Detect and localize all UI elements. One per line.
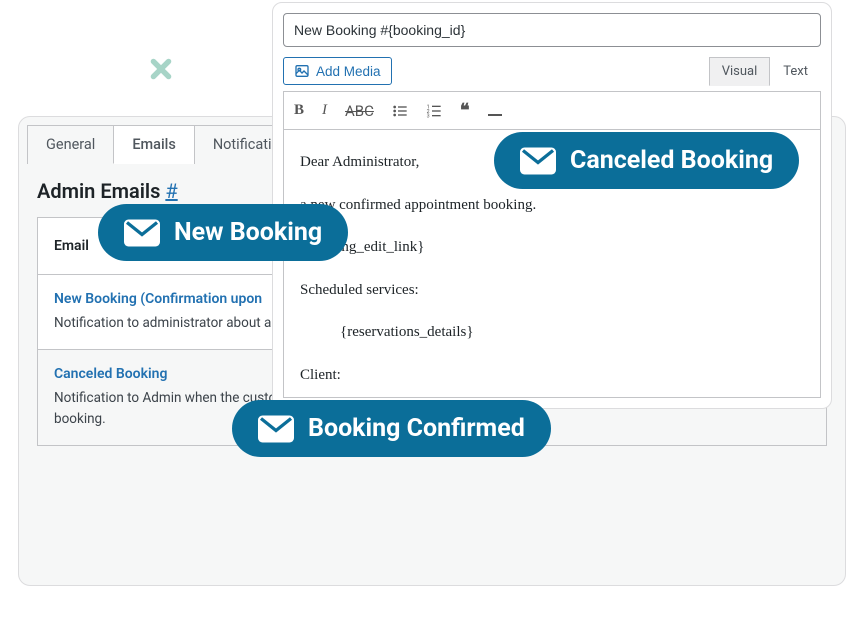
editor-paragraph: {reservations_details} (300, 318, 804, 347)
section-anchor-link[interactable]: # (165, 179, 177, 203)
mail-icon (258, 415, 294, 443)
blockquote-button[interactable]: ❝ (460, 100, 470, 121)
editor-mode-tabs: Visual Text (709, 57, 821, 86)
canceled-booking-pill: Canceled Booking (494, 132, 799, 189)
editor-tab-visual[interactable]: Visual (709, 57, 771, 86)
editor-paragraph: {booking_edit_link} (300, 233, 804, 262)
page-title: Admin Emails # (37, 179, 178, 203)
bullet-list-button[interactable] (392, 103, 408, 119)
settings-tabs: General Emails Notifications (27, 125, 313, 164)
svg-text:3: 3 (427, 113, 430, 118)
horizontal-rule-button[interactable] (488, 102, 502, 120)
editor-paragraph: Client: (300, 361, 804, 390)
new-booking-pill: New Booking (98, 204, 348, 261)
x-decoration-icon (148, 56, 174, 82)
mail-icon (520, 147, 556, 175)
email-editor-panel: Add Media Visual Text B I ABC 123 ❝ Dear… (272, 2, 832, 409)
subject-input[interactable] (283, 13, 821, 47)
tab-emails[interactable]: Emails (113, 125, 195, 164)
tab-general[interactable]: General (27, 125, 114, 164)
booking-confirmed-pill: Booking Confirmed (232, 400, 551, 457)
media-icon (294, 63, 310, 79)
editor-tab-text[interactable]: Text (770, 57, 821, 86)
editor-paragraph: a new confirmed appointment booking. (300, 191, 804, 220)
numbered-list-button[interactable]: 123 (426, 103, 442, 119)
mail-icon (124, 219, 160, 247)
italic-button[interactable]: I (322, 102, 327, 119)
bold-button[interactable]: B (294, 102, 304, 119)
add-media-button[interactable]: Add Media (283, 57, 392, 85)
editor-toolbar: B I ABC 123 ❝ (283, 91, 821, 130)
editor-paragraph: Scheduled services: (300, 276, 804, 305)
strikethrough-button[interactable]: ABC (345, 102, 374, 120)
